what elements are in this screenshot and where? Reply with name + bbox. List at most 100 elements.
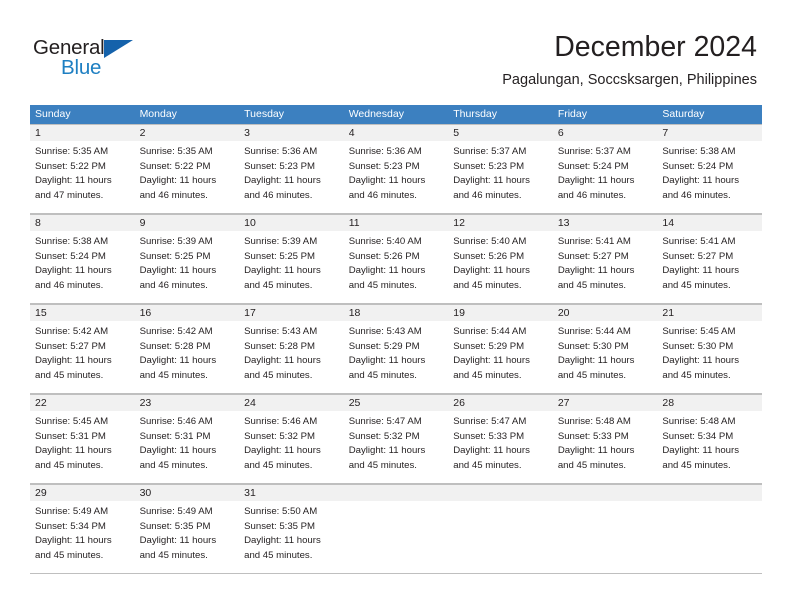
calendar-week-row: 15 Sunrise: 5:42 AM Sunset: 5:27 PM Dayligh…: [30, 304, 762, 394]
daylight-text-line1: Daylight: 11 hours: [244, 175, 321, 187]
day-number: 31: [244, 487, 256, 499]
daylight-text-line2: and 45 minutes.: [35, 549, 104, 561]
calendar-day-cell[interactable]: 10 Sunrise: 5:39 AM Sunset: 5:25 PM Dayligh…: [239, 214, 344, 303]
day-detail-lines: Sunrise: 5:42 AM Sunset: 5:28 PM Daylight:…: [135, 321, 240, 383]
generalblue-logo[interactable]: General Blue: [33, 36, 163, 84]
day-number: 7: [662, 127, 669, 139]
daylight-text-line1: Daylight: 11 hours: [348, 265, 426, 277]
daylight-text-line2: and 45 minutes.: [244, 459, 313, 471]
calendar-day-cell[interactable]: 25 Sunrise: 5:47 AM Sunset: 5:32 PM Dayligh…: [343, 394, 449, 483]
day-number-band: 4: [343, 124, 449, 141]
calendar-day-cell[interactable]: 16 Sunrise: 5:42 AM Sunset: 5:28 PM Dayligh…: [134, 304, 240, 393]
daylight-text-line2: and 46 minutes.: [139, 279, 208, 291]
sunrise-text: Sunrise: 5:38 AM: [662, 146, 736, 157]
day-number: 24: [244, 397, 256, 409]
day-number-band: 15: [30, 304, 135, 321]
calendar-day-cell[interactable]: 17 Sunrise: 5:43 AM Sunset: 5:28 PM Dayligh…: [239, 304, 344, 393]
sunrise-text: Sunrise: 5:45 AM: [662, 326, 736, 337]
weekday-sunday: Sunday: [35, 108, 71, 120]
calendar-day-cell[interactable]: 31 Sunrise: 5:50 AM Sunset: 5:35 PM Dayligh…: [239, 484, 344, 573]
daylight-text-line2: and 46 minutes.: [244, 189, 313, 201]
calendar-day-cell[interactable]: 11 Sunrise: 5:40 AM Sunset: 5:26 PM Dayligh…: [343, 214, 449, 303]
day-number-band: 20: [552, 304, 658, 321]
calendar-day-cell[interactable]: 29 Sunrise: 5:49 AM Sunset: 5:34 PM Dayligh…: [30, 484, 135, 573]
weekday-header-row: Sunday Monday Tuesday Wednesday Thursday…: [30, 105, 762, 124]
calendar-day-cell[interactable]: 4 Sunrise: 5:36 AM Sunset: 5:23 PM Daylight…: [343, 124, 449, 213]
sunset-text: Sunset: 5:34 PM: [35, 520, 106, 532]
day-number: 6: [557, 127, 564, 139]
daylight-text-line1: Daylight: 11 hours: [244, 535, 321, 547]
daylight-text-line2: and 45 minutes.: [244, 369, 313, 381]
calendar-day-cell[interactable]: 23 Sunrise: 5:46 AM Sunset: 5:31 PM Dayligh…: [134, 394, 240, 483]
day-detail-lines: [657, 501, 762, 505]
calendar-day-cell[interactable]: 3 Sunrise: 5:36 AM Sunset: 5:23 PM Daylight…: [239, 124, 344, 213]
day-detail-lines: Sunrise: 5:43 AM Sunset: 5:28 PM Daylight:…: [239, 321, 344, 383]
calendar-day-cell[interactable]: 2 Sunrise: 5:35 AM Sunset: 5:22 PM Daylight…: [134, 124, 240, 213]
sunrise-text: Sunrise: 5:43 AM: [244, 326, 318, 337]
daylight-text-line2: and 45 minutes.: [35, 369, 104, 381]
calendar-day-cell[interactable]: 21 Sunrise: 5:45 AM Sunset: 5:30 PM Dayligh…: [657, 304, 762, 393]
sunset-text: Sunset: 5:34 PM: [662, 430, 734, 442]
day-detail-lines: [344, 501, 449, 505]
day-detail-lines: Sunrise: 5:35 AM Sunset: 5:22 PM Daylight:…: [135, 141, 240, 203]
sunset-text: Sunset: 5:29 PM: [453, 340, 525, 352]
daylight-text-line2: and 45 minutes.: [35, 459, 104, 471]
sunset-text: Sunset: 5:31 PM: [35, 430, 106, 442]
calendar-day-cell[interactable]: 22 Sunrise: 5:45 AM Sunset: 5:31 PM Dayligh…: [30, 394, 135, 483]
day-number: 25: [348, 397, 361, 409]
day-number-band: 11: [343, 214, 449, 231]
day-detail-lines: Sunrise: 5:46 AM Sunset: 5:32 PM Daylight:…: [239, 411, 344, 473]
daylight-text-line2: and 46 minutes.: [139, 189, 208, 201]
sunset-text: Sunset: 5:27 PM: [35, 340, 106, 352]
day-detail-lines: Sunrise: 5:39 AM Sunset: 5:25 PM Daylight:…: [239, 231, 344, 293]
daylight-text-line1: Daylight: 11 hours: [244, 265, 321, 277]
sunset-text: Sunset: 5:24 PM: [35, 250, 106, 262]
calendar-day-cell[interactable]: 20 Sunrise: 5:44 AM Sunset: 5:30 PM Dayligh…: [552, 304, 658, 393]
calendar-day-cell[interactable]: 19 Sunrise: 5:44 AM Sunset: 5:29 PM Dayligh…: [448, 304, 553, 393]
calendar-day-cell[interactable]: 26 Sunrise: 5:47 AM Sunset: 5:33 PM Dayligh…: [448, 394, 553, 483]
day-number: 9: [139, 217, 146, 229]
calendar-day-cell-empty: [343, 484, 449, 573]
daylight-text-line1: Daylight: 11 hours: [139, 355, 217, 367]
day-number: 15: [35, 307, 47, 319]
day-number: 2: [139, 127, 146, 139]
calendar-day-cell[interactable]: 7 Sunrise: 5:38 AM Sunset: 5:24 PM Daylight…: [657, 124, 762, 213]
sunset-text: Sunset: 5:27 PM: [662, 250, 734, 262]
page-subtitle: Pagalungan, Soccsksargen, Philippines: [502, 72, 757, 88]
calendar-day-cell[interactable]: 27 Sunrise: 5:48 AM Sunset: 5:33 PM Dayligh…: [552, 394, 658, 483]
sunrise-text: Sunrise: 5:46 AM: [139, 416, 213, 427]
day-number: 12: [453, 217, 465, 229]
day-detail-lines: Sunrise: 5:42 AM Sunset: 5:27 PM Daylight:…: [30, 321, 135, 383]
daylight-text-line2: and 45 minutes.: [557, 279, 627, 291]
day-detail-lines: Sunrise: 5:38 AM Sunset: 5:24 PM Daylight:…: [657, 141, 762, 203]
daylight-text-line2: and 45 minutes.: [348, 369, 417, 381]
daylight-text-line1: Daylight: 11 hours: [348, 355, 426, 367]
day-number-band: 18: [343, 304, 449, 321]
sunset-text: Sunset: 5:24 PM: [662, 160, 734, 172]
calendar-day-cell[interactable]: 6 Sunrise: 5:37 AM Sunset: 5:24 PM Daylight…: [552, 124, 658, 213]
day-detail-lines: Sunrise: 5:39 AM Sunset: 5:25 PM Daylight:…: [135, 231, 240, 293]
day-detail-lines: Sunrise: 5:48 AM Sunset: 5:34 PM Daylight:…: [657, 411, 762, 473]
day-number: 30: [139, 487, 152, 499]
calendar-day-cell[interactable]: 13 Sunrise: 5:41 AM Sunset: 5:27 PM Dayligh…: [552, 214, 658, 303]
calendar-day-cell[interactable]: 1 Sunrise: 5:35 AM Sunset: 5:22 PM Daylight…: [30, 124, 135, 213]
day-number: 14: [662, 217, 675, 229]
daylight-text-line2: and 45 minutes.: [348, 459, 417, 471]
daylight-text-line1: Daylight: 11 hours: [35, 175, 112, 187]
daylight-text-line2: and 45 minutes.: [244, 549, 313, 561]
calendar-day-cell[interactable]: 8 Sunrise: 5:38 AM Sunset: 5:24 PM Daylight…: [30, 214, 135, 303]
calendar-day-cell[interactable]: 15 Sunrise: 5:42 AM Sunset: 5:27 PM Dayligh…: [30, 304, 135, 393]
calendar-day-cell[interactable]: 18 Sunrise: 5:43 AM Sunset: 5:29 PM Dayligh…: [343, 304, 449, 393]
day-number-band: 16: [134, 304, 240, 321]
sunrise-text: Sunrise: 5:38 AM: [35, 236, 109, 247]
calendar-day-cell[interactable]: 14 Sunrise: 5:41 AM Sunset: 5:27 PM Dayligh…: [657, 214, 762, 303]
calendar-day-cell[interactable]: 12 Sunrise: 5:40 AM Sunset: 5:26 PM Dayligh…: [448, 214, 553, 303]
calendar-day-cell[interactable]: 9 Sunrise: 5:39 AM Sunset: 5:25 PM Daylight…: [134, 214, 240, 303]
page-title: December 2024: [554, 31, 757, 63]
calendar-day-cell[interactable]: 24 Sunrise: 5:46 AM Sunset: 5:32 PM Dayligh…: [239, 394, 344, 483]
calendar-day-cell[interactable]: 30 Sunrise: 5:49 AM Sunset: 5:35 PM Dayligh…: [134, 484, 240, 573]
daylight-text-line1: Daylight: 11 hours: [557, 175, 635, 187]
calendar-day-cell[interactable]: 28 Sunrise: 5:48 AM Sunset: 5:34 PM Dayligh…: [657, 394, 762, 483]
day-number: 29: [35, 487, 47, 499]
calendar-day-cell[interactable]: 5 Sunrise: 5:37 AM Sunset: 5:23 PM Daylight…: [448, 124, 553, 213]
